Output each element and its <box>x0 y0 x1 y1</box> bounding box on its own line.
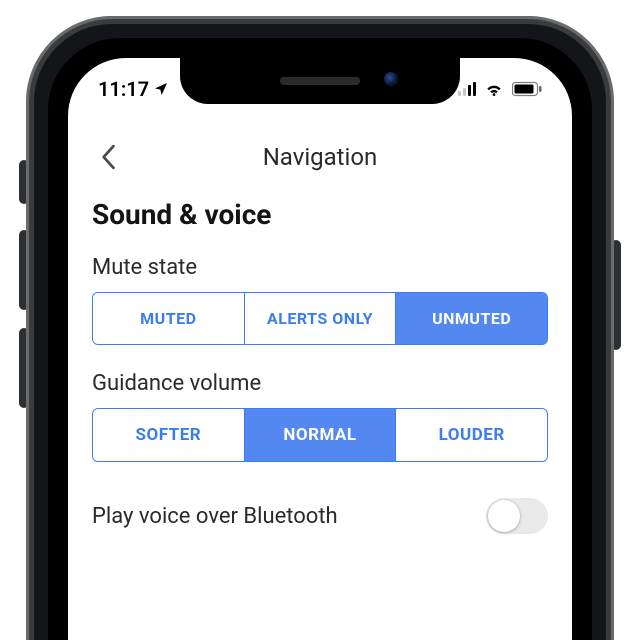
status-right <box>458 81 542 97</box>
bluetooth-label: Play voice over Bluetooth <box>92 504 338 529</box>
guidance-volume-normal[interactable]: NORMAL <box>245 409 397 461</box>
phone-frame-inner: 11:17 <box>48 38 592 640</box>
phone-frame-mid: 11:17 <box>34 24 606 640</box>
status-left: 11:17 <box>98 77 169 101</box>
phone-frame: 11:17 <box>26 16 614 640</box>
status-time: 11:17 <box>98 77 149 101</box>
status-bar: 11:17 <box>68 74 572 104</box>
bluetooth-row: Play voice over Bluetooth <box>92 488 548 534</box>
content: Sound & voice Mute state MUTED ALERTS ON… <box>92 198 548 640</box>
cellular-icon <box>458 82 476 96</box>
mute-state-unmuted[interactable]: UNMUTED <box>396 293 547 344</box>
guidance-volume-softer[interactable]: SOFTER <box>93 409 245 461</box>
guidance-volume-label: Guidance volume <box>92 371 548 396</box>
toggle-knob <box>488 500 520 532</box>
screen: 11:17 <box>68 58 572 640</box>
mute-state-label: Mute state <box>92 255 548 280</box>
battery-icon <box>512 81 542 97</box>
stage: 11:17 <box>0 10 640 640</box>
wifi-icon <box>484 81 504 97</box>
bluetooth-toggle[interactable] <box>486 498 548 534</box>
nav-header: Navigation <box>68 132 572 182</box>
mute-state-segmented: MUTED ALERTS ONLY UNMUTED <box>92 292 548 345</box>
mute-state-alerts-only[interactable]: ALERTS ONLY <box>245 293 397 344</box>
guidance-volume-segmented: SOFTER NORMAL LOUDER <box>92 408 548 462</box>
location-arrow-icon <box>153 81 169 97</box>
guidance-volume-louder[interactable]: LOUDER <box>396 409 547 461</box>
section-title: Sound & voice <box>92 198 548 231</box>
page-title: Navigation <box>263 143 378 171</box>
back-button[interactable] <box>88 137 128 177</box>
mute-state-muted[interactable]: MUTED <box>93 293 245 344</box>
chevron-left-icon <box>100 144 116 170</box>
